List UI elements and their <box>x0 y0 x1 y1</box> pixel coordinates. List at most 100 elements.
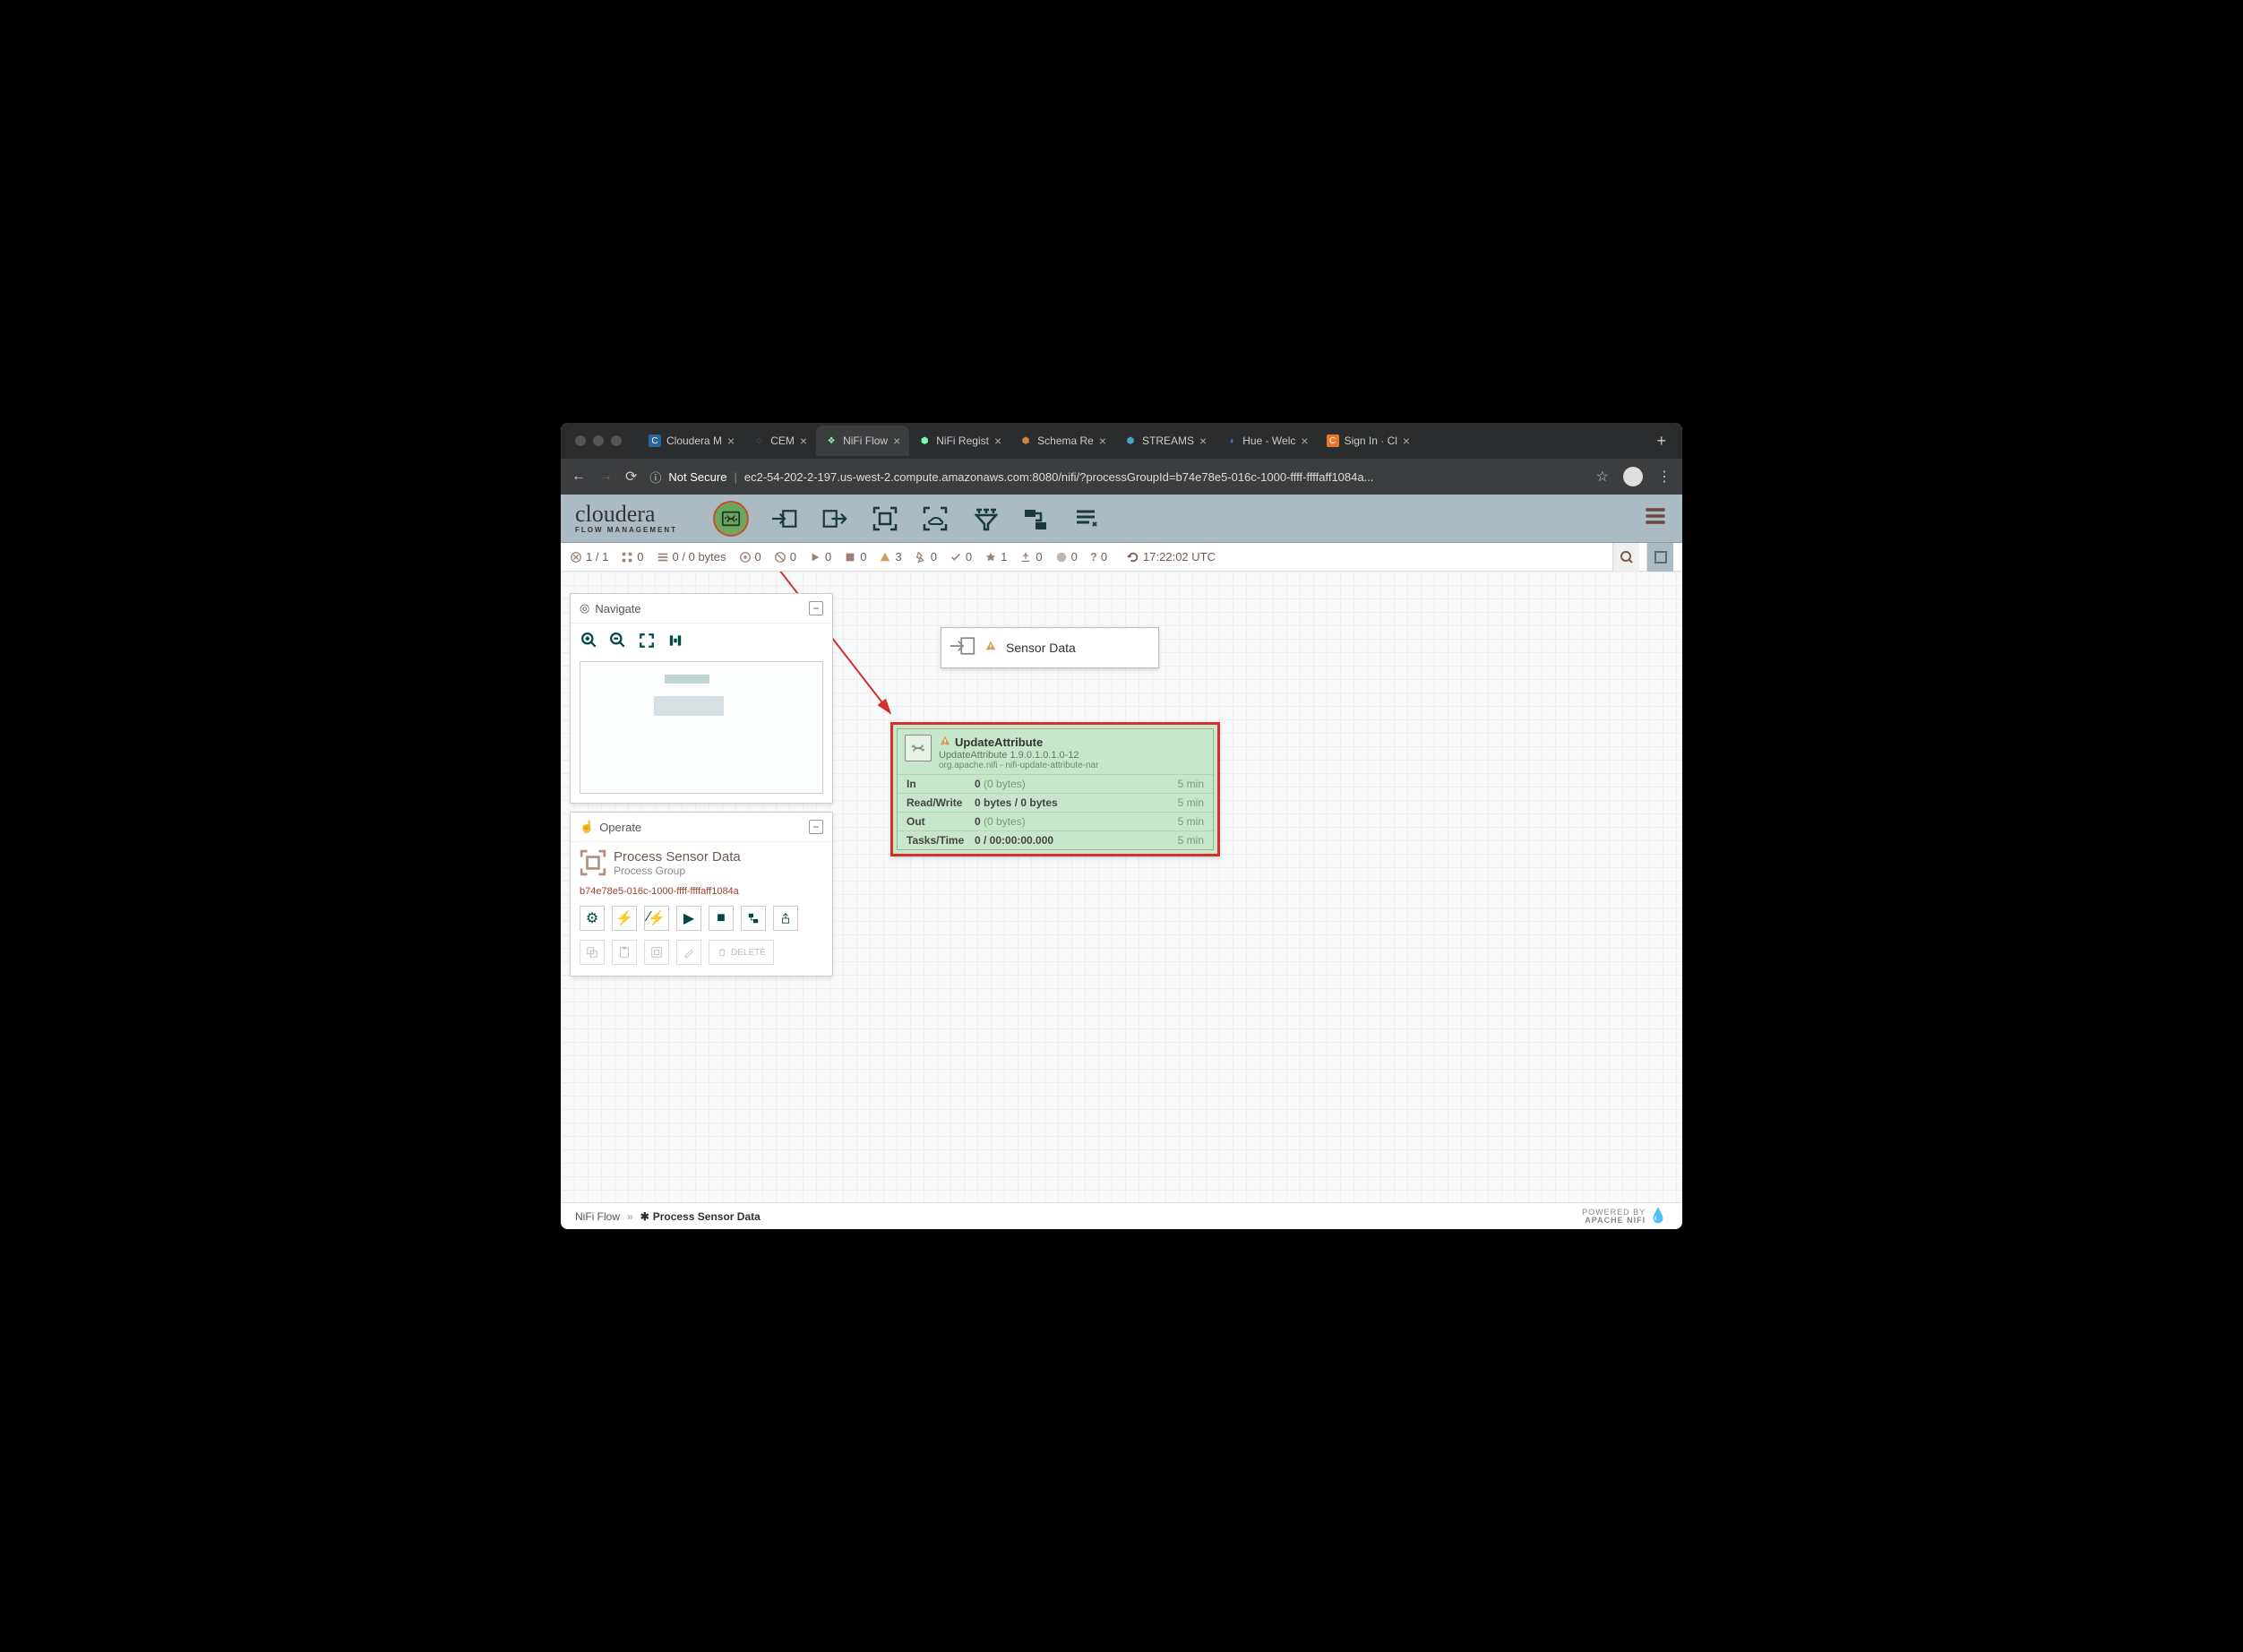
bulletin-button[interactable] <box>1646 543 1673 572</box>
status-stopped: 0 <box>844 550 866 564</box>
tab-signin[interactable]: CSign In · Cl× <box>1318 426 1420 456</box>
close-icon[interactable]: × <box>893 434 900 448</box>
delete-button: DELETE <box>709 940 774 965</box>
breadcrumb-root[interactable]: NiFi Flow <box>575 1210 620 1223</box>
warning-icon <box>939 735 951 750</box>
upload-template-button[interactable] <box>773 906 798 931</box>
tab-favicon-icon: ◑ <box>1225 435 1237 447</box>
input-port-drag-icon[interactable] <box>770 504 799 533</box>
status-queued-size: 0 / 0 bytes <box>657 550 726 564</box>
operate-name: Process Sensor Data <box>614 849 741 865</box>
profile-icon[interactable] <box>1623 467 1643 486</box>
tab-cloudera[interactable]: CCloudera M× <box>640 426 743 456</box>
copy-button <box>580 940 605 965</box>
star-icon[interactable]: ☆ <box>1596 468 1609 486</box>
global-menu-button[interactable] <box>1643 503 1668 533</box>
tab-favicon-icon: ⬢ <box>1019 435 1032 447</box>
search-button[interactable] <box>1612 543 1639 572</box>
zoom-out-button[interactable] <box>608 631 628 650</box>
tab-favicon-icon: ⬢ <box>1124 435 1137 447</box>
tab-schema[interactable]: ⬢Schema Re× <box>1010 426 1115 456</box>
tab-nifi-flow[interactable]: ❖NiFi Flow× <box>816 426 909 456</box>
collapse-button[interactable]: − <box>809 820 823 834</box>
close-icon[interactable]: × <box>1099 434 1106 448</box>
paste-button <box>612 940 637 965</box>
tab-favicon-icon: C <box>649 435 661 447</box>
start-button[interactable]: ▶ <box>676 906 701 931</box>
processor-bundle: org.apache.nifi - nifi-update-attribute-… <box>939 761 1206 770</box>
zoom-in-button[interactable] <box>580 631 599 650</box>
tab-favicon-icon: ❖ <box>825 435 838 447</box>
window-controls <box>575 435 622 446</box>
close-icon[interactable]: × <box>1199 434 1207 448</box>
collapse-button[interactable]: − <box>809 601 823 615</box>
close-icon[interactable]: × <box>994 434 1001 448</box>
tab-cem[interactable]: ◌CEM× <box>743 426 816 456</box>
status-locally-modified: 1 <box>984 550 1007 564</box>
funnel-drag-icon[interactable] <box>971 504 1000 533</box>
asterisk-icon: ✱ <box>640 1210 649 1223</box>
back-icon[interactable]: ← <box>571 469 586 485</box>
powered-by: POWERED BYAPACHE NIFI 💧 <box>1582 1209 1668 1225</box>
forward-icon[interactable]: → <box>598 469 613 485</box>
birdseye-view[interactable] <box>580 661 823 794</box>
close-icon[interactable]: × <box>727 434 735 448</box>
template-button[interactable] <box>741 906 766 931</box>
processor-stats: In0 (0 bytes)5 min Read/Write0 bytes / 0… <box>898 774 1213 849</box>
address-field[interactable]: ⓘ Not Secure | ec2-54-202-2-197.us-west-… <box>649 469 1583 486</box>
template-drag-icon[interactable] <box>1021 504 1050 533</box>
configure-button[interactable]: ⚙ <box>580 906 605 931</box>
remote-group-drag-icon[interactable] <box>921 504 950 533</box>
zoom-fit-button[interactable] <box>637 631 657 650</box>
breadcrumb-current[interactable]: Process Sensor Data <box>653 1210 761 1223</box>
status-sync-failure: ?0 <box>1090 550 1107 564</box>
reload-icon[interactable]: ⟳ <box>625 468 637 486</box>
panel-title: Operate <box>599 821 641 834</box>
hand-icon: ☝ <box>580 820 594 834</box>
label-drag-icon[interactable] <box>1071 504 1100 533</box>
logo: cloudera FLOW MANAGEMENT <box>575 503 677 534</box>
app-window: CCloudera M× ◌CEM× ❖NiFi Flow× ⬢NiFi Reg… <box>561 423 1682 1229</box>
enable-button[interactable]: ⚡ <box>612 906 637 931</box>
more-icon[interactable]: ⋮ <box>1657 468 1672 486</box>
breadcrumb: NiFi Flow » ✱Process Sensor Data POWERED… <box>561 1202 1682 1229</box>
panel-title: Navigate <box>595 602 640 615</box>
processor-component[interactable]: UpdateAttribute UpdateAttribute 1.9.0.1.… <box>890 722 1220 856</box>
navigate-panel: ◎ Navigate − <box>570 593 833 804</box>
close-icon[interactable]: × <box>1403 434 1410 448</box>
minimize-window-icon[interactable] <box>593 435 604 446</box>
warning-icon <box>984 640 997 657</box>
stop-button[interactable]: ■ <box>709 906 734 931</box>
output-port-drag-icon[interactable] <box>821 504 849 533</box>
input-port-name: Sensor Data <box>1006 641 1076 655</box>
process-group-drag-icon[interactable] <box>871 504 899 533</box>
input-port-component[interactable]: Sensor Data <box>941 627 1159 668</box>
disable-button[interactable]: ⚡⁄ <box>644 906 669 931</box>
status-running: 0 <box>809 550 831 564</box>
maximize-window-icon[interactable] <box>611 435 622 446</box>
processor-type: UpdateAttribute 1.9.0.1.0.1.0-12 <box>939 750 1206 761</box>
new-tab-button[interactable]: + <box>1647 432 1675 451</box>
status-not-transmitting: 0 <box>774 550 796 564</box>
close-icon[interactable]: × <box>1301 434 1308 448</box>
browser-tabs-bar: CCloudera M× ◌CEM× ❖NiFi Flow× ⬢NiFi Reg… <box>561 423 1682 459</box>
tab-favicon-icon: ⬢ <box>918 435 931 447</box>
security-label: Not Secure <box>668 470 726 484</box>
tab-hue[interactable]: ◑Hue - Welc× <box>1216 426 1317 456</box>
tab-favicon-icon: C <box>1327 435 1339 447</box>
tab-streams[interactable]: ⬢STREAMS× <box>1115 426 1216 456</box>
browser-address-bar: ← → ⟳ ⓘ Not Secure | ec2-54-202-2-197.us… <box>561 459 1682 495</box>
processor-drag-icon[interactable] <box>713 501 749 537</box>
operate-type: Process Group <box>614 865 741 877</box>
zoom-actual-button[interactable] <box>666 631 685 650</box>
tab-registry[interactable]: ⬢NiFi Regist× <box>909 426 1010 456</box>
flow-canvas[interactable]: ◎ Navigate − ☝ Operate − <box>561 572 1682 1202</box>
input-port-icon <box>950 635 975 661</box>
processor-icon <box>905 735 932 761</box>
close-window-icon[interactable] <box>575 435 586 446</box>
close-icon[interactable]: × <box>800 434 807 448</box>
status-transmitting: 0 <box>739 550 761 564</box>
status-refresh[interactable]: 17:22:02 UTC <box>1127 550 1216 564</box>
status-threads: 1 / 1 <box>570 550 608 564</box>
group-button <box>644 940 669 965</box>
